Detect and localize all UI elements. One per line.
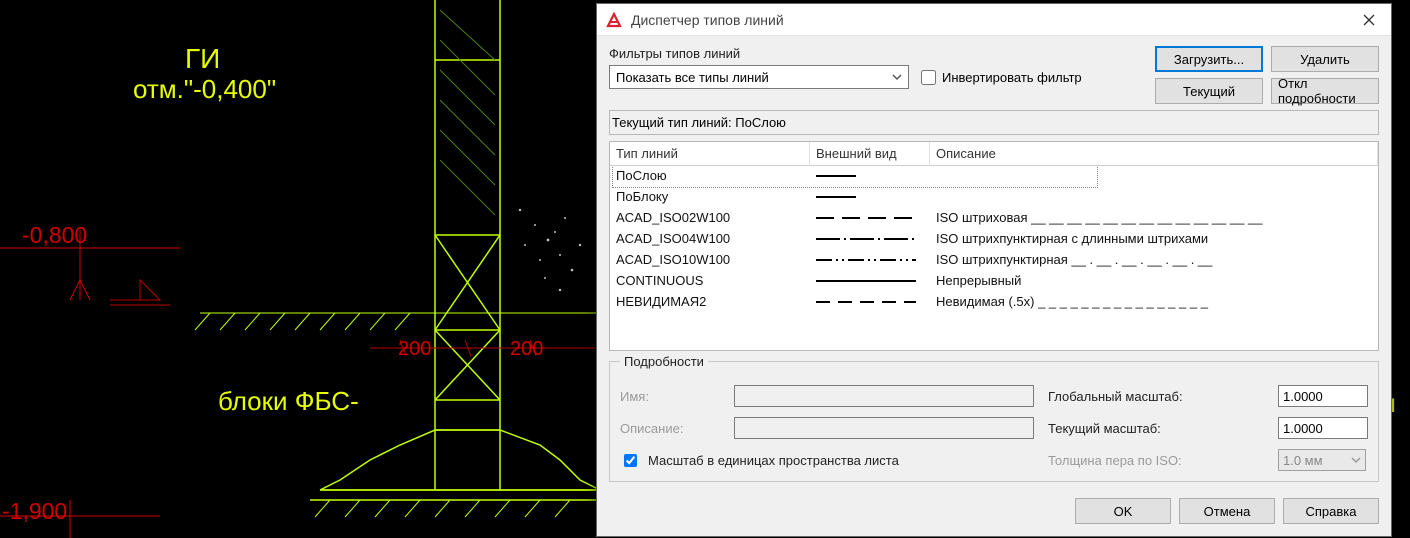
dialog-title: Диспетчер типов линий: [631, 12, 1347, 28]
cad-label-m1900: -1,900: [2, 498, 67, 525]
load-button[interactable]: Загрузить...: [1155, 46, 1263, 72]
cad-label-gi: ГИ: [185, 43, 220, 75]
cell-name: ПоСлою: [616, 168, 816, 183]
filters-label: Фильтры типов линий: [609, 46, 1147, 61]
help-button[interactable]: Справка: [1283, 498, 1379, 524]
iso-pen-label: Толщина пера по ISO:: [1048, 453, 1264, 468]
cell-appearance: [816, 232, 936, 246]
cell-name: ПоБлоку: [616, 189, 816, 204]
table-row[interactable]: НЕВИДИМАЯ2 Невидимая (.5x) _ _ _ _ _ _ _ …: [610, 292, 1378, 313]
cad-label-m0800: -0,800: [22, 222, 87, 249]
detail-name-label: Имя:: [620, 389, 720, 404]
cad-label-otm: отм."-0,400": [133, 74, 276, 105]
col-appearance[interactable]: Внешний вид: [810, 142, 930, 165]
table-row[interactable]: CONTINUOUS Непрерывный: [610, 271, 1378, 292]
cell-description: Непрерывный: [936, 273, 1372, 288]
close-button[interactable]: [1347, 4, 1391, 35]
current-scale-input[interactable]: [1278, 417, 1368, 439]
current-linetype-bar: Текущий тип линий: ПоСлою: [609, 110, 1379, 135]
cancel-button[interactable]: Отмена: [1179, 498, 1275, 524]
detail-desc-label: Описание:: [620, 421, 720, 436]
cell-description: ISO штриховая __ __ __ __ __ __ __ __ __…: [936, 210, 1372, 225]
ok-button[interactable]: OK: [1075, 498, 1171, 524]
cad-label-fbs: блоки ФБС-: [218, 386, 359, 417]
table-row[interactable]: ACAD_ISO04W100 ISO штрихпунктирная с длин…: [610, 229, 1378, 250]
cell-name: ACAD_ISO10W100: [616, 252, 816, 267]
details-fieldset: Подробности Имя: Глобальный масштаб: Опи…: [609, 361, 1379, 482]
current-linetype-prefix: Текущий тип линий:: [612, 115, 735, 130]
iso-pen-select: 1.0 мм: [1278, 449, 1366, 471]
cad-dim-200-left: 200: [398, 338, 431, 361]
cell-name: НЕВИДИМАЯ2: [616, 294, 816, 309]
dialog-footer: OK Отмена Справка: [609, 488, 1379, 524]
table-row[interactable]: ACAD_ISO02W100 ISO штриховая __ __ __ __ …: [610, 208, 1378, 229]
cell-description: Невидимая (.5x) _ _ _ _ _ _ _ _ _ _ _ _ …: [936, 294, 1372, 309]
invert-filter-label: Инвертировать фильтр: [942, 70, 1082, 85]
paperspace-units-checkbox[interactable]: [624, 454, 637, 467]
table-row[interactable]: ПоБлоку: [610, 187, 1378, 208]
cell-appearance: [816, 274, 936, 288]
table-row[interactable]: ACAD_ISO10W100 ISO штрихпунктирная __ . _…: [610, 250, 1378, 271]
current-linetype-value: ПоСлою: [735, 115, 786, 130]
cell-appearance: [816, 169, 936, 183]
cell-description: ISO штрихпунктирная __ . __ . __ . __ . …: [936, 252, 1372, 267]
current-scale-label: Текущий масштаб:: [1048, 421, 1264, 436]
cell-description: ISO штрихпунктирная с длинными штрихами: [936, 231, 1372, 246]
global-scale-input[interactable]: [1278, 385, 1368, 407]
cell-appearance: [816, 295, 936, 309]
linetype-table[interactable]: Тип линий Внешний вид Описание ПоСлою ПоБ…: [609, 141, 1379, 351]
detail-desc-input: [734, 417, 1034, 439]
cad-dim-200-right: 200: [510, 338, 543, 361]
linetype-manager-dialog: Диспетчер типов линий Фильтры типов лини…: [596, 3, 1392, 537]
chevron-down-icon: [1349, 453, 1363, 467]
cell-name: ACAD_ISO04W100: [616, 231, 816, 246]
titlebar[interactable]: Диспетчер типов линий: [597, 4, 1391, 36]
paperspace-units-label: Масштаб в единицах пространства листа: [648, 453, 899, 468]
filter-dropdown-value: Показать все типы линий: [616, 70, 769, 85]
table-row[interactable]: ПоСлою: [610, 166, 1378, 187]
close-icon: [1363, 14, 1375, 26]
col-name[interactable]: Тип линий: [610, 142, 810, 165]
cell-appearance: [816, 190, 936, 204]
details-legend: Подробности: [620, 354, 708, 369]
cell-name: CONTINUOUS: [616, 273, 816, 288]
delete-button[interactable]: Удалить: [1271, 46, 1379, 72]
global-scale-label: Глобальный масштаб:: [1048, 389, 1264, 404]
iso-pen-value: 1.0 мм: [1283, 453, 1323, 468]
cell-appearance: [816, 211, 936, 225]
invert-filter-input[interactable]: [921, 70, 936, 85]
chevron-down-icon: [890, 70, 904, 84]
cell-name: ACAD_ISO02W100: [616, 210, 816, 225]
toggle-details-button[interactable]: Откл подробности: [1271, 78, 1379, 104]
app-logo-icon: [605, 11, 623, 29]
detail-name-input: [734, 385, 1034, 407]
table-header: Тип линий Внешний вид Описание: [610, 142, 1378, 166]
cell-appearance: [816, 253, 936, 267]
col-description[interactable]: Описание: [930, 142, 1378, 165]
filter-dropdown[interactable]: Показать все типы линий: [609, 65, 909, 89]
invert-filter-checkbox[interactable]: Инвертировать фильтр: [921, 70, 1082, 85]
set-current-button[interactable]: Текущий: [1155, 78, 1263, 104]
